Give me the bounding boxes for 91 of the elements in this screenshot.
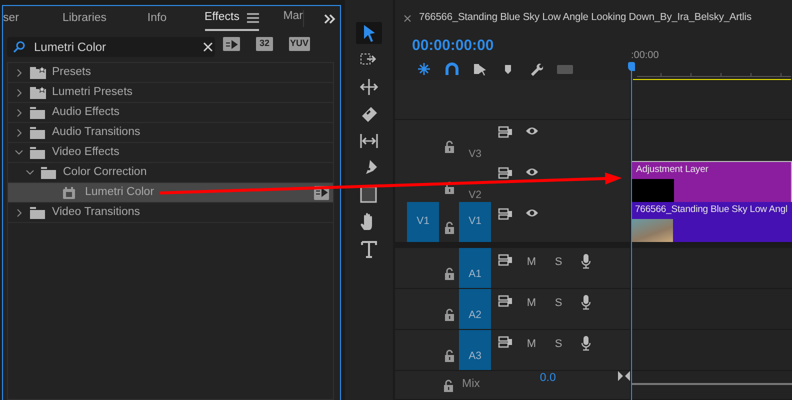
lock-icon[interactable] <box>444 266 454 280</box>
track-output-icon[interactable] <box>498 295 512 307</box>
folder-icon <box>30 106 45 118</box>
microphone-icon[interactable] <box>580 295 590 310</box>
close-icon[interactable] <box>203 42 213 52</box>
eye-icon[interactable] <box>524 167 538 177</box>
eye-icon[interactable] <box>524 126 538 136</box>
tree-item-label: Presets <box>52 64 91 80</box>
search-icon <box>13 41 25 53</box>
lock-icon[interactable] <box>443 378 454 392</box>
mute-toggle[interactable]: M <box>518 248 545 288</box>
folder-icon <box>30 126 45 138</box>
clip-title: 766566_Standing Blue Sky Low Angl <box>634 203 789 217</box>
timecode[interactable]: 00:00:00:00 <box>412 35 631 58</box>
track-target[interactable]: V3 <box>459 120 491 163</box>
panel-tab[interactable]: Effects <box>204 6 240 29</box>
tree-item[interactable]: Video Effects <box>8 143 333 163</box>
track-output-icon[interactable] <box>498 167 512 179</box>
mix-volume[interactable]: 0.0 <box>540 370 556 388</box>
search-field[interactable]: Lumetri Color <box>7 37 215 57</box>
tree-item[interactable]: Presets <box>8 63 333 83</box>
tree-item[interactable]: Video Transitions <box>8 203 333 223</box>
track-target[interactable]: V1 <box>459 202 491 242</box>
ruler-label: :00:00 <box>631 49 660 63</box>
eye-icon[interactable] <box>524 208 538 218</box>
tree-item[interactable]: Audio Transitions <box>8 123 333 143</box>
chevron-down-icon[interactable] <box>15 150 23 155</box>
track-output-icon[interactable] <box>498 336 512 348</box>
preset-folder-icon <box>30 86 46 99</box>
accelerated-effects-icon[interactable] <box>223 37 240 51</box>
folder-icon <box>41 166 56 178</box>
timeline-clip[interactable]: Adjustment Layer <box>631 161 792 204</box>
tree-item[interactable]: Audio Effects <box>8 103 333 123</box>
selection-tool-icon[interactable] <box>356 22 382 44</box>
track-target[interactable]: A1 <box>459 248 491 288</box>
insert-sequence-icon[interactable] <box>417 62 431 76</box>
track-output-icon[interactable] <box>498 254 512 266</box>
panel-tab[interactable]: Info <box>147 6 167 31</box>
wrench-icon[interactable] <box>529 62 543 76</box>
microphone-icon[interactable] <box>580 254 590 269</box>
lock-icon[interactable] <box>444 140 454 153</box>
track-target[interactable]: V2 <box>459 161 491 204</box>
clip-thumbnail <box>632 179 674 203</box>
overflow-icon[interactable] <box>324 14 336 24</box>
menu-icon[interactable] <box>247 12 260 22</box>
chevron-right-icon[interactable] <box>16 88 22 96</box>
tree-item-label: Color Correction <box>63 164 147 180</box>
microphone-icon[interactable] <box>580 336 590 351</box>
chevron-right-icon[interactable] <box>16 128 22 136</box>
track-target[interactable]: A3 <box>459 330 491 370</box>
clip-title: Adjustment Layer <box>635 163 710 177</box>
chevron-down-icon[interactable] <box>26 170 34 175</box>
tree-item-label: Lumetri Presets <box>52 84 133 100</box>
lock-icon[interactable] <box>444 220 454 234</box>
close-icon[interactable] <box>404 14 411 22</box>
timeline-clip[interactable]: 766566_Standing Blue Sky Low Angl <box>631 202 792 242</box>
solo-toggle[interactable]: S <box>545 289 572 329</box>
tree-item[interactable]: Lumetri Color <box>8 183 333 203</box>
panel-tab[interactable]: Mar <box>283 10 303 27</box>
filter-badge[interactable]: 32 <box>256 37 273 51</box>
solo-toggle[interactable]: S <box>545 330 572 370</box>
folder-icon <box>30 206 45 218</box>
solo-toggle[interactable]: S <box>545 248 572 288</box>
chevron-right-icon[interactable] <box>16 108 22 116</box>
lock-icon[interactable] <box>444 348 454 362</box>
track-target[interactable]: A2 <box>459 289 491 329</box>
linked-selection-icon[interactable] <box>473 62 487 76</box>
panel-tab[interactable]: Libraries <box>62 6 107 31</box>
lock-icon[interactable] <box>444 308 454 320</box>
filter-badge[interactable]: YUV <box>289 37 310 51</box>
tree-item[interactable]: Lumetri Presets <box>8 83 333 103</box>
mix-label: Mix <box>462 377 480 392</box>
mute-toggle[interactable]: M <box>518 330 545 370</box>
tree-item-label: Video Effects <box>52 144 120 160</box>
snap-magnet-icon[interactable] <box>445 62 459 76</box>
chevron-right-icon[interactable] <box>16 208 22 216</box>
folder-icon <box>30 146 45 158</box>
tree-item-label: Video Transitions <box>52 204 140 220</box>
sequence-title: 766566_Standing Blue Sky Low Angle Looking Down_By_Ira_Belsky_Artlis <box>419 11 752 26</box>
preset-folder-icon <box>30 66 46 79</box>
source-patch[interactable]: V1 <box>407 202 439 242</box>
mute-toggle[interactable]: M <box>518 289 545 329</box>
track-output-icon[interactable] <box>498 208 512 220</box>
tree-item-label: Audio Effects <box>52 104 120 120</box>
track-output-icon[interactable] <box>498 126 512 138</box>
effect-icon <box>63 186 75 198</box>
tree-item-label: Lumetri Color <box>85 184 154 200</box>
chevron-right-icon[interactable] <box>16 68 22 76</box>
photo-placeholder <box>631 219 673 242</box>
tree-item-label: Audio Transitions <box>52 124 140 140</box>
panel-tab[interactable]: ser <box>3 6 19 31</box>
